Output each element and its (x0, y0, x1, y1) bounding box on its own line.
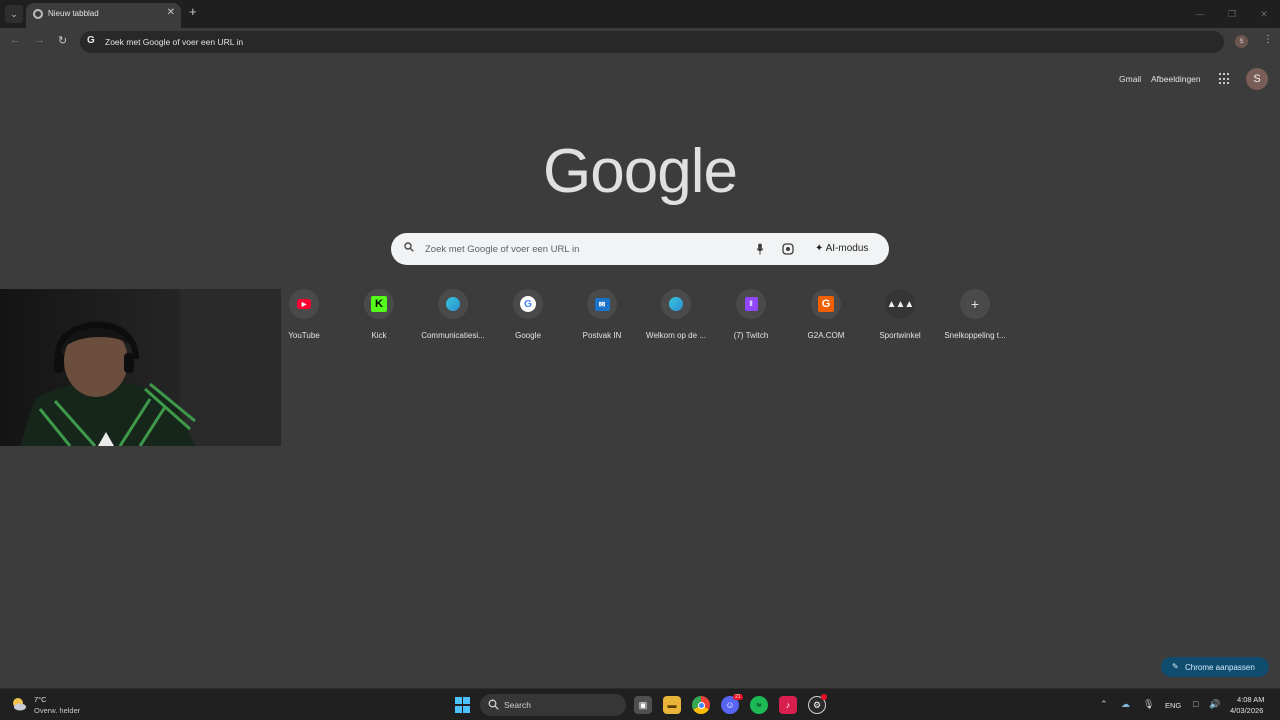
chrome-taskbar-icon[interactable] (692, 696, 710, 714)
shortcut-label: Postvak IN (582, 331, 622, 340)
address-bar[interactable]: G Zoek met Google of voer een URL in (80, 31, 1224, 53)
shortcut-kick[interactable]: K Kick (341, 289, 417, 345)
network-icon[interactable]: □ (1193, 699, 1198, 709)
images-link[interactable]: Afbeeldingen (1151, 74, 1201, 84)
spotify-icon[interactable]: ≈ (750, 696, 768, 714)
g2a-icon: G (818, 296, 834, 312)
edge-icon (669, 297, 683, 311)
file-explorer-icon[interactable]: ▬ (663, 696, 681, 714)
shortcut-postvak-in[interactable]: ✉ Postvak IN (564, 289, 640, 345)
shortcut-label: G2A.COM (807, 331, 845, 340)
google-g-icon: G (87, 35, 95, 46)
google-logo: Google (543, 137, 738, 206)
customize-chrome-button[interactable]: ✎ Chrome aanpassen (1161, 657, 1269, 677)
google-lens-icon[interactable] (782, 243, 794, 255)
ai-mode-button[interactable]: ✦ AI-modus (815, 243, 868, 254)
shortcut-welkom[interactable]: Welkom op de ... (638, 289, 714, 345)
reload-icon[interactable]: ↻ (58, 34, 67, 47)
kick-icon: K (371, 296, 387, 312)
clock-time[interactable]: 4:08 AM (1237, 695, 1265, 704)
shortcut-twitch[interactable]: ‖ (7) Twitch (713, 289, 789, 345)
webcam-overlay (0, 289, 281, 446)
new-tab-button[interactable]: + (189, 5, 197, 18)
shortcut-label: Welkom op de ... (646, 331, 706, 340)
pencil-icon: ✎ (1172, 662, 1179, 671)
window-controls: ― ❐ ✕ (1184, 0, 1280, 28)
shortcut-sportwinkel[interactable]: ▲▲▲ Sportwinkel (862, 289, 938, 345)
shortcut-add[interactable]: + Snelkoppeling t... (937, 289, 1013, 345)
outlook-icon: ✉ (594, 297, 610, 311)
microphone-icon[interactable]: 🎙 (1143, 699, 1154, 710)
shortcut-label: Kick (371, 331, 387, 340)
close-icon[interactable]: ✕ (167, 7, 175, 18)
weather-moon-cloud-icon[interactable] (11, 696, 27, 712)
task-view-icon[interactable]: ▣ (634, 696, 652, 714)
ai-mode-label: AI-modus (825, 243, 869, 254)
shortcut-label: (7) Twitch (733, 331, 769, 340)
shortcut-google[interactable]: G Google (490, 289, 566, 345)
address-bar-text: Zoek met Google of voer een URL in (105, 37, 244, 47)
account-avatar[interactable]: S (1246, 68, 1268, 90)
taskbar-search[interactable]: Search (480, 694, 626, 716)
edge-icon (446, 297, 460, 311)
shortcut-label: Sportwinkel (879, 331, 921, 340)
chevron-down-icon: ⌄ (10, 8, 18, 19)
browser-toolbar: ← → ↻ G Zoek met Google of voer een URL … (0, 28, 1280, 56)
chrome-favicon-icon (33, 9, 43, 19)
shortcut-label: Communicatiesi... (421, 331, 485, 340)
search-icon (404, 242, 414, 252)
onedrive-cloud-icon[interactable]: ☁ (1121, 699, 1130, 710)
language-indicator[interactable]: ENG (1165, 701, 1181, 710)
ntp-search-box[interactable]: Zoek met Google of voer een URL in ✦ AI-… (391, 233, 889, 265)
weather-description: Overw. helder (34, 706, 81, 715)
customize-chrome-label: Chrome aanpassen (1185, 663, 1255, 672)
microphone-icon[interactable] (756, 243, 764, 255)
active-tab[interactable]: Nieuw tabblad ✕ (26, 3, 181, 28)
shortcut-communicatie[interactable]: Communicatiesi... (415, 289, 491, 345)
forward-icon[interactable]: → (34, 34, 45, 46)
search-icon (488, 699, 499, 710)
tab-strip: ⌄ Nieuw tabblad ✕ + ― ❐ ✕ (0, 0, 1280, 28)
webcam-person-image (0, 289, 281, 446)
close-window-icon[interactable]: ✕ (1248, 0, 1280, 28)
shortcut-label: Snelkoppeling t... (944, 331, 1006, 340)
tab-search-button[interactable]: ⌄ (5, 5, 23, 23)
weather-temperature: 7°C (34, 695, 47, 704)
minimize-icon[interactable]: ― (1184, 0, 1216, 28)
taskbar-search-label: Search (504, 700, 531, 710)
clock-date[interactable]: 4/03/2026 (1230, 706, 1263, 715)
chrome-center-icon (697, 701, 705, 709)
tiktok-icon[interactable]: ♪ (779, 696, 797, 714)
windows-taskbar: 7°C Overw. helder Search ▣ ▬ ☺ 21 ≈ ♪ ⚙ … (0, 688, 1280, 720)
shortcut-label: Google (515, 331, 541, 340)
chevron-up-icon[interactable]: ⌃ (1100, 699, 1108, 710)
google-icon: G (520, 296, 536, 312)
windows-start-icon[interactable] (455, 697, 471, 713)
youtube-icon: ▶ (297, 299, 311, 309)
search-placeholder: Zoek met Google of voer een URL in (425, 244, 580, 255)
plus-icon: + (970, 296, 980, 312)
notification-dot (821, 694, 827, 700)
restore-icon[interactable]: ❐ (1216, 0, 1248, 28)
back-icon[interactable]: ← (10, 34, 21, 46)
adidas-icon: ▲▲▲ (886, 298, 915, 310)
volume-icon[interactable]: 🔊 (1209, 699, 1220, 710)
gmail-link[interactable]: Gmail (1119, 74, 1141, 84)
profile-button[interactable]: S (1235, 35, 1248, 48)
google-apps-icon[interactable] (1219, 73, 1231, 85)
more-menu-icon[interactable]: ⋮ (1263, 34, 1273, 45)
discord-badge: 21 (733, 694, 743, 700)
twitch-icon: ‖ (744, 297, 758, 311)
shortcut-g2a[interactable]: G G2A.COM (788, 289, 864, 345)
tab-title: Nieuw tabblad (48, 9, 99, 18)
